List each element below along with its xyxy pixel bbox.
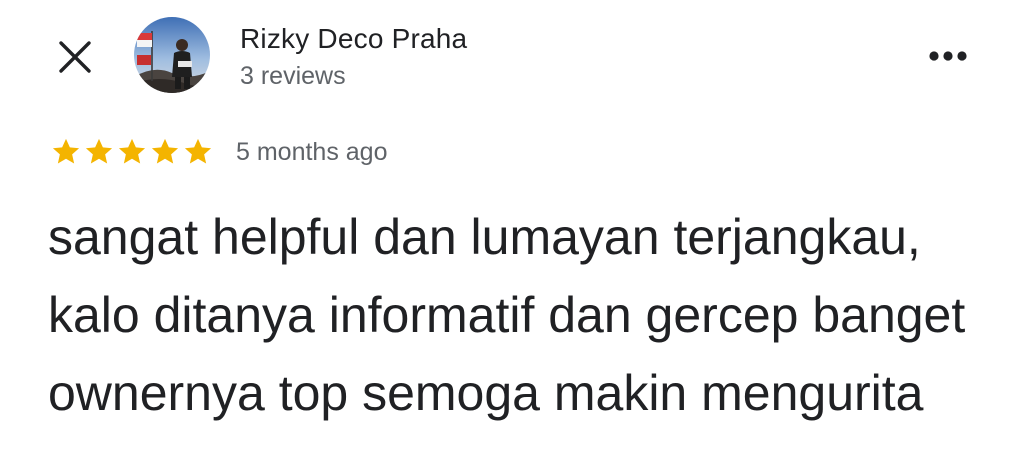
- review-text: sangat helpful dan lumayan terjangkau, k…: [48, 209, 966, 421]
- star-icon: [118, 138, 146, 164]
- star-icon: [151, 138, 179, 164]
- reviewer-review-count: 3 reviews: [240, 62, 346, 90]
- star-icon: [52, 138, 80, 164]
- close-button[interactable]: [50, 32, 100, 82]
- review-detail-view: Rizky Deco Praha 3 reviews 5 months ago …: [0, 0, 1024, 473]
- reviewer-info: Rizky Deco Praha 3 reviews: [240, 22, 467, 92]
- star-icon: [184, 138, 212, 164]
- more-options-button[interactable]: [920, 34, 976, 78]
- reviewer-name[interactable]: Rizky Deco Praha: [240, 22, 467, 56]
- review-date: 5 months ago: [236, 138, 388, 166]
- rating-row: 5 months ago: [50, 136, 388, 168]
- star-rating: [50, 136, 214, 168]
- avatar[interactable]: [134, 17, 210, 93]
- more-horizontal-icon: [929, 51, 967, 61]
- close-icon: [59, 41, 91, 73]
- star-icon: [85, 138, 113, 164]
- profile-photo: [134, 17, 210, 93]
